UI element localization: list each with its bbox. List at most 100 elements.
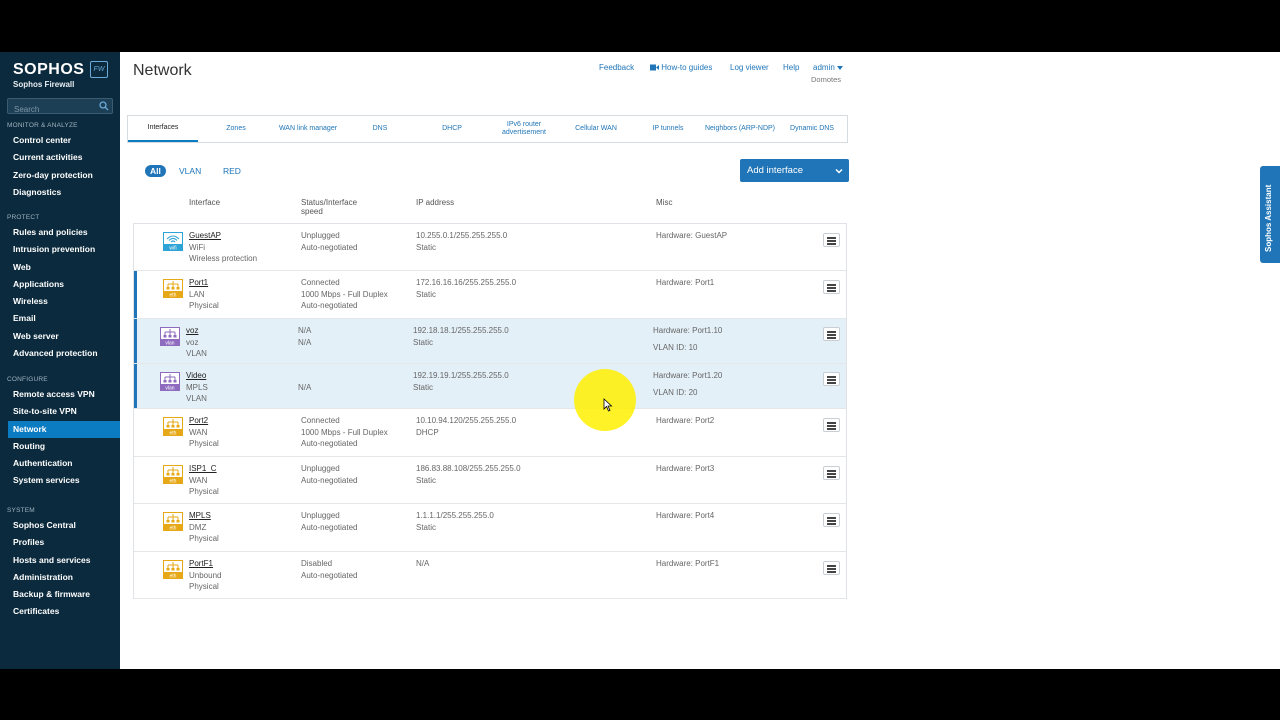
tab-cellular-wan[interactable]: Cellular WAN xyxy=(560,116,632,142)
sidebar-item-applications[interactable]: Applications xyxy=(0,276,120,293)
ip-cell: 186.83.88.108/255.255.255.0 Static xyxy=(416,463,521,486)
row-menu-button[interactable] xyxy=(823,418,840,432)
filter-vlan[interactable]: VLAN xyxy=(179,166,201,176)
misc-line: Hardware: Port1.20 xyxy=(653,371,723,380)
misc-cell: Hardware: Port1 xyxy=(656,277,714,289)
sidebar-item-profiles[interactable]: Profiles xyxy=(0,534,120,551)
sidebar-item-network[interactable]: Network xyxy=(8,420,120,438)
table-row[interactable]: eth Port1 LAN Physical Connected 1000 Mbps - … xyxy=(134,271,846,319)
sidebar-item-control-center[interactable]: Control center xyxy=(0,132,120,149)
status-line: Unplugged xyxy=(301,231,340,240)
interface-name-link[interactable]: PortF1 xyxy=(189,558,221,570)
sidebar-item-rules-and-policies[interactable]: Rules and policies xyxy=(0,224,120,241)
filter-red[interactable]: RED xyxy=(223,166,241,176)
sidebar-item-routing[interactable]: Routing xyxy=(0,438,120,455)
row-menu-button[interactable] xyxy=(823,372,840,386)
tab-neighbors-arp-ndp[interactable]: Neighbors (ARP-NDP) xyxy=(704,116,776,142)
row-accent-bar xyxy=(134,271,137,318)
table-row[interactable]: vlan Video MPLS VLAN N/A 192.19.19.1/255.255.… xyxy=(134,364,846,409)
sidebar-item-certificates[interactable]: Certificates xyxy=(0,603,120,620)
status-line: Auto-negotiated xyxy=(301,522,358,532)
row-accent-bar xyxy=(134,364,137,408)
sidebar-item-email[interactable]: Email xyxy=(0,310,120,327)
table-row[interactable]: eth ISP1_C WAN Physical Unplugged Auto-negoti… xyxy=(134,457,846,504)
sidebar-item-web-server[interactable]: Web server xyxy=(0,328,120,345)
status-line: N/A xyxy=(298,337,312,347)
sidebar-item-hosts-and-services[interactable]: Hosts and services xyxy=(0,552,120,569)
status-line: Auto-negotiated xyxy=(301,475,358,485)
status-line: Auto-negotiated xyxy=(301,570,358,580)
ip-cell: 192.18.18.1/255.255.255.0 Static xyxy=(413,325,509,348)
sidebar-item-web[interactable]: Web xyxy=(0,259,120,276)
table-row[interactable]: eth Port2 WAN Physical Connected 1000 Mbps - … xyxy=(134,409,846,457)
tab-wan-link-manager[interactable]: WAN link manager xyxy=(272,116,344,142)
table-row[interactable]: vlan voz voz VLAN N/A N/A 192.18.18.1/255.255.… xyxy=(134,319,846,364)
interface-cell: Video MPLS VLAN xyxy=(186,370,208,405)
interface-cell: voz voz VLAN xyxy=(186,325,207,360)
misc-cell: Hardware: Port3 xyxy=(656,463,714,475)
sophos-assistant-tab[interactable]: Sophos Assistant xyxy=(1260,166,1280,263)
interface-name-link[interactable]: Port2 xyxy=(189,415,219,427)
sidebar-item-wireless[interactable]: Wireless xyxy=(0,293,120,310)
help-link[interactable]: Help xyxy=(783,63,799,72)
sidebar-item-system-services[interactable]: System services xyxy=(0,472,120,489)
icon-label: vlan xyxy=(165,341,174,347)
table-row[interactable]: wifi GuestAP WiFi Wireless protection Unplug… xyxy=(134,224,846,271)
row-menu-button[interactable] xyxy=(823,513,840,527)
hamburger-line xyxy=(827,520,836,522)
sidebar-item-intrusion-prevention[interactable]: Intrusion prevention xyxy=(0,241,120,258)
tab-dns[interactable]: DNS xyxy=(344,116,416,142)
interface-name-link[interactable]: Port1 xyxy=(189,277,219,289)
sidebar-item-remote-access-vpn[interactable]: Remote access VPN xyxy=(0,386,120,403)
search-input[interactable] xyxy=(8,102,98,117)
interface-type: Physical xyxy=(189,487,219,497)
sidebar-search[interactable] xyxy=(7,98,113,117)
admin-menu[interactable]: admin xyxy=(813,63,844,72)
video-icon xyxy=(650,64,659,70)
sidebar-item-zero-day-protection[interactable]: Zero-day protection xyxy=(0,167,120,184)
interface-name-link[interactable]: GuestAP xyxy=(189,230,257,242)
add-interface-button[interactable]: Add interface xyxy=(740,159,849,182)
interface-zone: MPLS xyxy=(186,382,208,392)
tab-ip-tunnels[interactable]: IP tunnels xyxy=(632,116,704,142)
status-line: Connected xyxy=(301,278,340,287)
sidebar-item-current-activities[interactable]: Current activities xyxy=(0,149,120,166)
col-header-misc: Misc xyxy=(656,198,673,207)
sidebar-item-backup-firmware[interactable]: Backup & firmware xyxy=(0,586,120,603)
feedback-link[interactable]: Feedback xyxy=(599,63,634,72)
filter-all[interactable]: All xyxy=(145,165,166,177)
tab-ipv6-router-advertisement[interactable]: IPv6 router advertisement xyxy=(488,116,560,142)
icon-label: eth xyxy=(170,431,177,437)
table-row[interactable]: eth MPLS DMZ Physical Unplugged Auto-negotiat… xyxy=(134,504,846,552)
search-icon[interactable] xyxy=(99,101,109,111)
row-menu-button[interactable] xyxy=(823,233,840,247)
interface-name-link[interactable]: MPLS xyxy=(189,510,219,522)
sidebar-item-sophos-central[interactable]: Sophos Central xyxy=(0,517,120,534)
log-viewer-link[interactable]: Log viewer xyxy=(730,63,769,72)
row-menu-button[interactable] xyxy=(823,561,840,575)
howto-link[interactable]: How-to guides xyxy=(650,63,712,72)
status-line: Unplugged xyxy=(301,464,340,473)
tab-zones[interactable]: Zones xyxy=(200,116,272,142)
org-name: Domotes xyxy=(811,75,842,84)
table-row[interactable]: eth PortF1 Unbound Physical Disabled Auto-neg… xyxy=(134,552,846,599)
tab-dhcp[interactable]: DHCP xyxy=(416,116,488,142)
ip-line: N/A xyxy=(416,559,430,568)
row-menu-button[interactable] xyxy=(823,466,840,480)
tab-dynamic-dns[interactable]: Dynamic DNS xyxy=(776,116,848,142)
interface-name-link[interactable]: voz xyxy=(186,325,207,337)
sidebar-item-advanced-protection[interactable]: Advanced protection xyxy=(0,345,120,362)
ip-cell: 10.10.94.120/255.255.255.0 DHCP xyxy=(416,415,516,438)
interface-name-link[interactable]: Video xyxy=(186,370,208,382)
interface-cell: GuestAP WiFi Wireless protection xyxy=(189,230,257,265)
sidebar-item-diagnostics[interactable]: Diagnostics xyxy=(0,184,120,201)
row-menu-button[interactable] xyxy=(823,327,840,341)
sidebar-item-authentication[interactable]: Authentication xyxy=(0,455,120,472)
row-menu-button[interactable] xyxy=(823,280,840,294)
sidebar-item-administration[interactable]: Administration xyxy=(0,569,120,586)
status-cell: Unplugged Auto-negotiated xyxy=(301,463,358,486)
sidebar-item-site-to-site-vpn[interactable]: Site-to-site VPN xyxy=(0,403,120,420)
tab-interfaces[interactable]: Interfaces xyxy=(128,116,198,142)
interface-name-link[interactable]: ISP1_C xyxy=(189,463,219,475)
interface-zone: Unbound xyxy=(189,570,222,580)
